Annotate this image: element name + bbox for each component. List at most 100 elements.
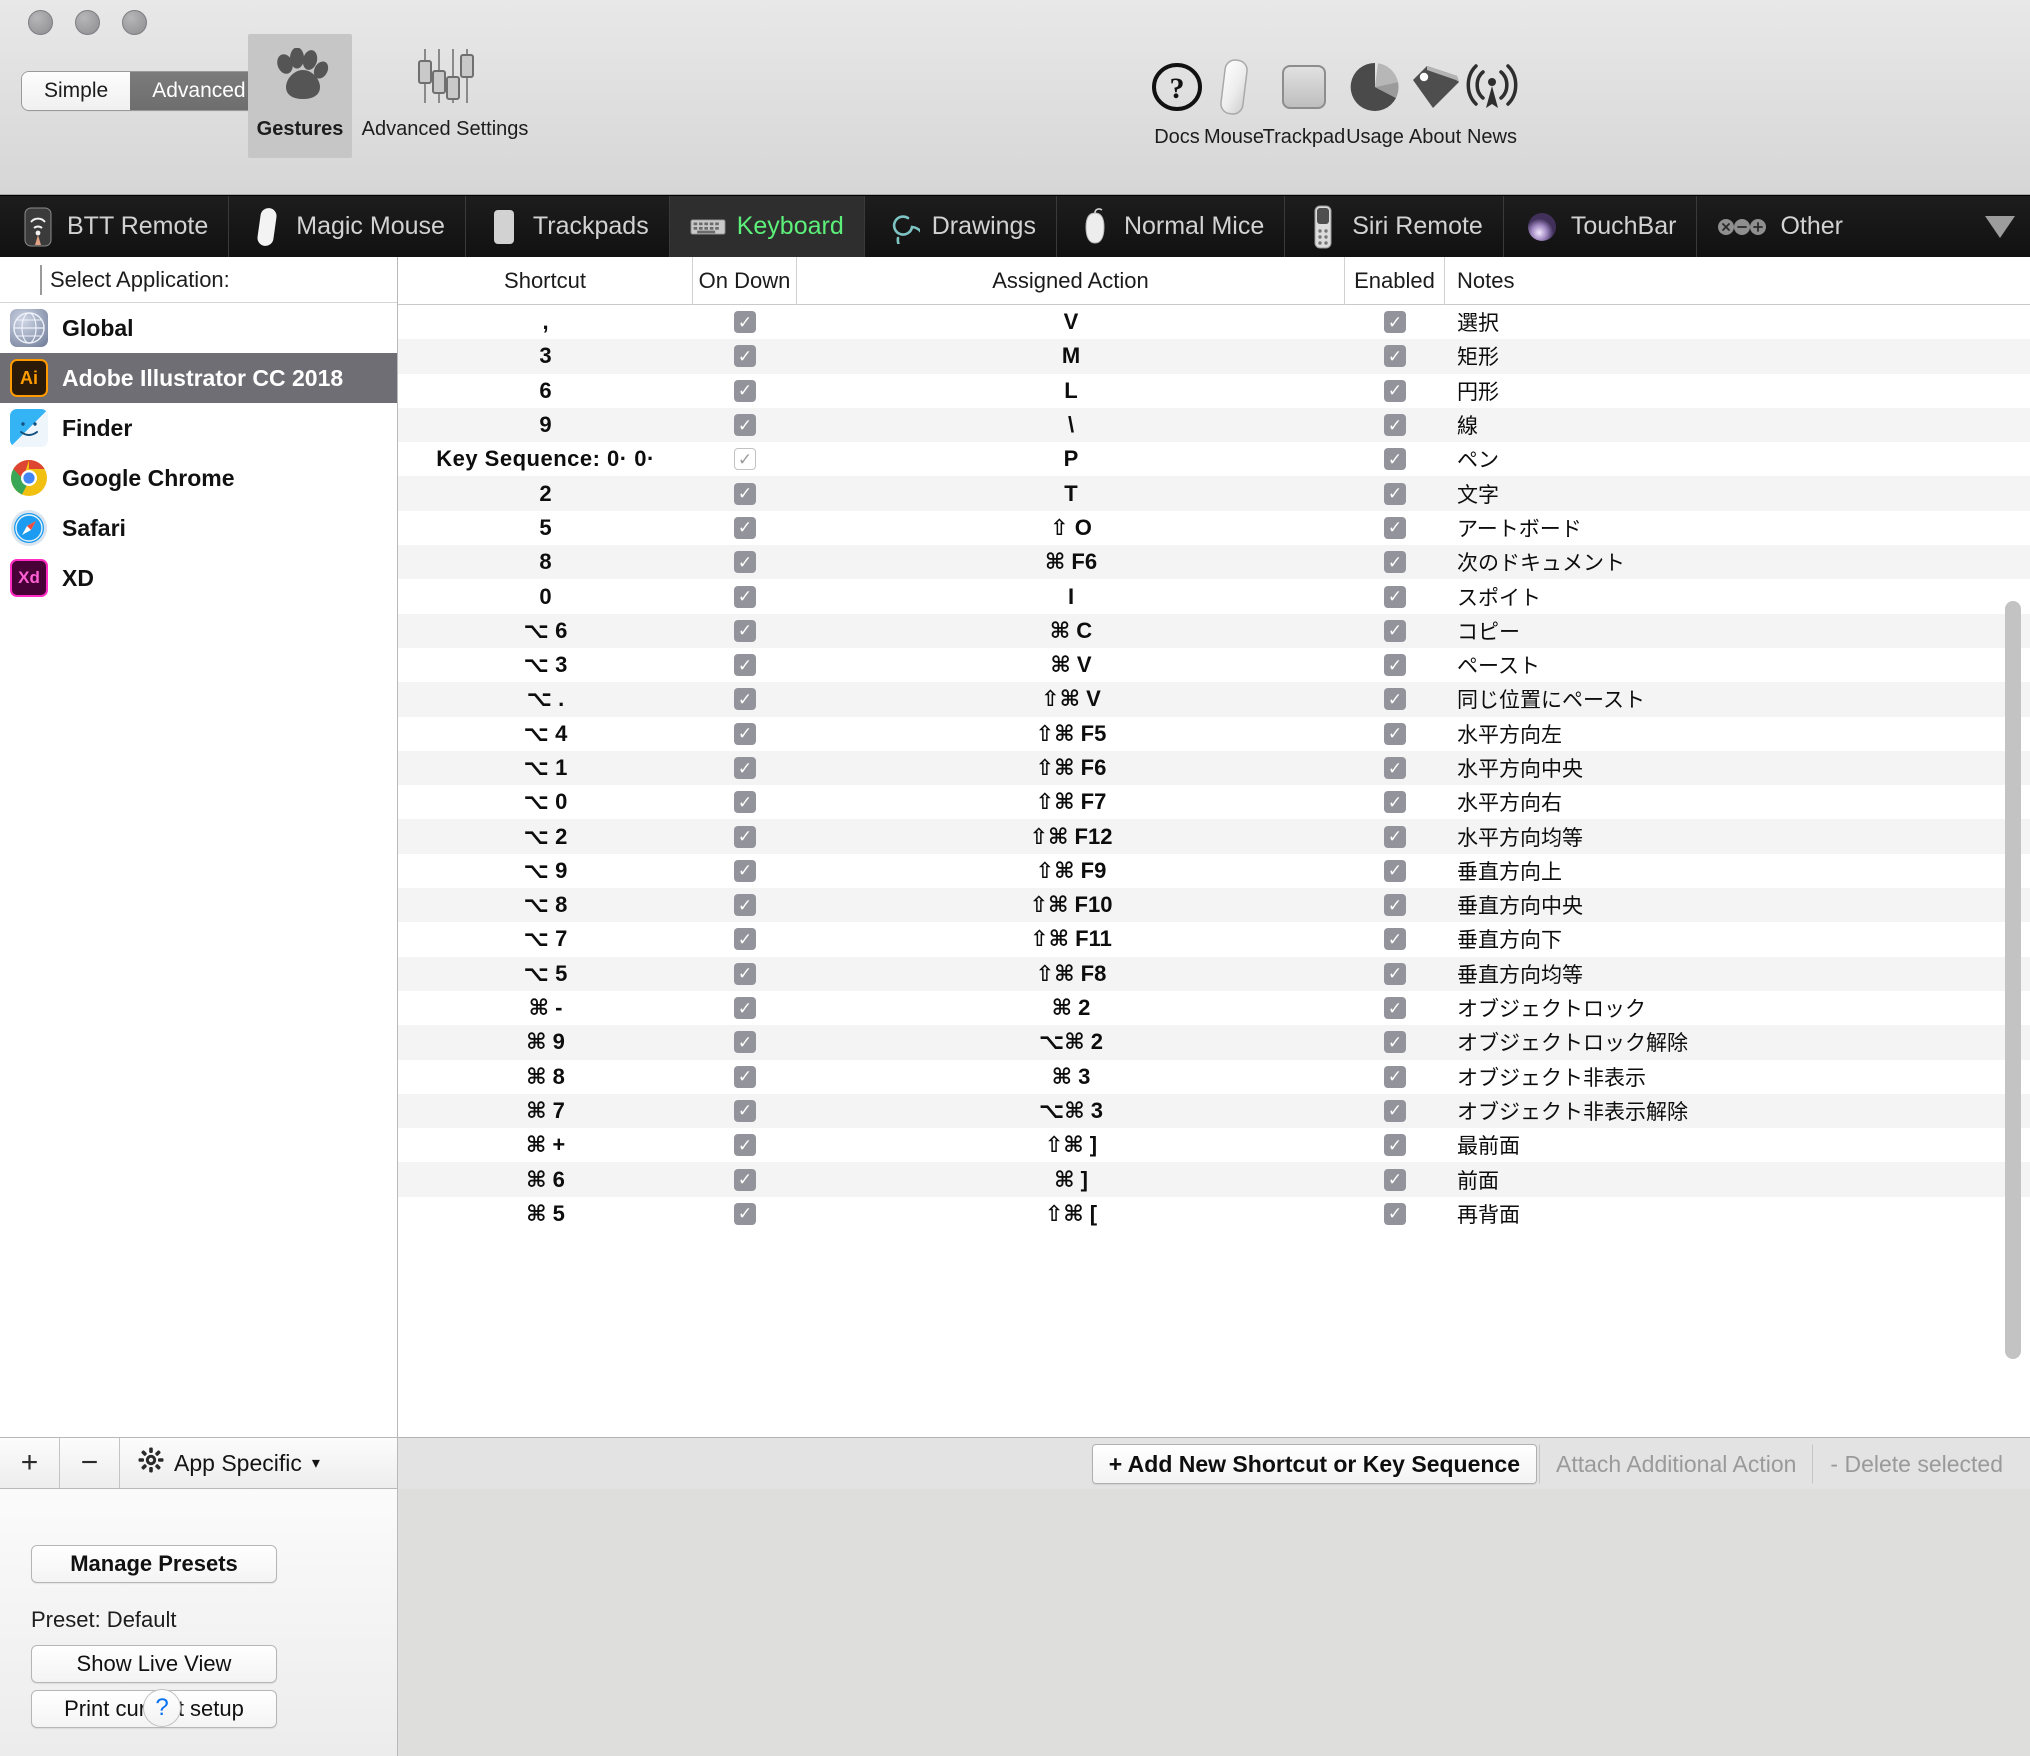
cell-on-down[interactable]: ✓ xyxy=(693,408,797,442)
on-down-checkbox[interactable]: ✓ xyxy=(734,757,756,779)
cell-enabled[interactable]: ✓ xyxy=(1345,819,1445,853)
on-down-checkbox[interactable]: ✓ xyxy=(734,585,756,608)
column-header-shortcut[interactable]: Shortcut xyxy=(398,257,693,305)
sidebar-item-adobe-illustrator[interactable]: Ai Adobe Illustrator CC 2018 xyxy=(0,353,397,403)
enabled-checkbox[interactable]: ✓ xyxy=(1384,1168,1406,1191)
table-row[interactable]: ⌘ 9 ✓ ⌥⌘ 2 ✓ オブジェクトロック解除 xyxy=(398,1025,2030,1060)
cell-enabled[interactable]: ✓ xyxy=(1345,648,1445,682)
on-down-checkbox[interactable]: ✓ xyxy=(734,1031,756,1054)
on-down-checkbox[interactable]: ✓ xyxy=(734,688,756,711)
enabled-checkbox[interactable]: ✓ xyxy=(1384,825,1406,848)
table-row[interactable]: 0 ✓ I ✓ スポイト xyxy=(398,579,2030,613)
enabled-checkbox[interactable]: ✓ xyxy=(1384,379,1406,402)
on-down-checkbox[interactable]: ✓ xyxy=(734,654,756,677)
table-row[interactable]: 6 ✓ L ✓ 円形 xyxy=(398,374,2030,408)
sidebar-bottom-toolbar[interactable]: + − App Specific ▾ xyxy=(0,1437,398,1489)
enabled-checkbox[interactable]: ✓ xyxy=(1384,414,1406,437)
tab-normal-mice[interactable]: Normal Mice xyxy=(1057,196,1286,257)
cell-enabled[interactable]: ✓ xyxy=(1345,614,1445,648)
cell-enabled[interactable]: ✓ xyxy=(1345,854,1445,888)
on-down-checkbox[interactable]: ✓ xyxy=(734,482,756,505)
enabled-checkbox[interactable]: ✓ xyxy=(1384,1065,1406,1088)
table-vertical-scrollbar[interactable] xyxy=(2002,313,2024,1431)
cell-on-down[interactable]: ✓ xyxy=(693,648,797,682)
cell-enabled[interactable]: ✓ xyxy=(1345,785,1445,819)
cell-on-down[interactable]: ✓ xyxy=(693,1060,797,1094)
cell-enabled[interactable]: ✓ xyxy=(1345,442,1445,476)
cell-on-down[interactable]: ✓ xyxy=(693,888,797,922)
shortcuts-table[interactable]: Shortcut On Down Assigned Action Enabled… xyxy=(398,257,2030,1437)
on-down-checkbox[interactable]: ✓ xyxy=(734,516,756,539)
cell-enabled[interactable]: ✓ xyxy=(1345,408,1445,442)
cell-on-down[interactable]: ✓ xyxy=(693,374,797,408)
column-header-on-down[interactable]: On Down xyxy=(693,257,797,305)
cell-on-down[interactable]: ✓ xyxy=(693,717,797,751)
on-down-checkbox[interactable]: ✓ xyxy=(734,448,756,471)
table-row[interactable]: 8 ✓ ⌘ F6 ✓ 次のドキュメント xyxy=(398,545,2030,580)
on-down-checkbox[interactable]: ✓ xyxy=(734,894,756,917)
cell-on-down[interactable]: ✓ xyxy=(693,751,797,785)
on-down-checkbox[interactable]: ✓ xyxy=(734,825,756,848)
on-down-checkbox[interactable]: ✓ xyxy=(734,619,756,642)
add-application-button[interactable]: + xyxy=(0,1438,60,1488)
cell-enabled[interactable]: ✓ xyxy=(1345,1060,1445,1094)
table-row[interactable]: , ✓ V ✓ 選択 xyxy=(398,305,2030,339)
cell-on-down[interactable]: ✓ xyxy=(693,785,797,819)
application-sidebar[interactable]: Select Application: Global Ai Adobe Illu… xyxy=(0,257,398,1437)
delete-selected-button[interactable]: - Delete selected xyxy=(1813,1444,2020,1484)
remove-application-button[interactable]: − xyxy=(60,1438,120,1488)
tab-magic-mouse[interactable]: Magic Mouse xyxy=(229,196,466,257)
cell-enabled[interactable]: ✓ xyxy=(1345,1128,1445,1162)
table-row[interactable]: ⌥ 8 ✓ ⇧⌘ F10 ✓ 垂直方向中央 xyxy=(398,888,2030,923)
cell-on-down[interactable]: ✓ xyxy=(693,511,797,545)
on-down-checkbox[interactable]: ✓ xyxy=(734,1065,756,1088)
on-down-checkbox[interactable]: ✓ xyxy=(734,928,756,951)
on-down-checkbox[interactable]: ✓ xyxy=(734,859,756,882)
cell-enabled[interactable]: ✓ xyxy=(1345,957,1445,991)
tab-btt-remote[interactable]: BTT Remote xyxy=(0,196,230,257)
cell-on-down[interactable]: ✓ xyxy=(693,922,797,956)
cell-on-down[interactable]: ✓ xyxy=(693,476,797,510)
cell-on-down[interactable]: ✓ xyxy=(693,991,797,1025)
table-action-bar[interactable]: + Add New Shortcut or Key Sequence Attac… xyxy=(398,1437,2030,1489)
tab-siri-remote[interactable]: Siri Remote xyxy=(1285,196,1504,257)
cell-on-down[interactable]: ✓ xyxy=(693,1025,797,1059)
table-row[interactable]: ⌥ 4 ✓ ⇧⌘ F5 ✓ 水平方向左 xyxy=(398,717,2030,751)
attach-additional-action-button[interactable]: Attach Additional Action xyxy=(1539,1443,1814,1484)
cell-on-down[interactable]: ✓ xyxy=(693,579,797,613)
cell-on-down[interactable]: ✓ xyxy=(693,442,797,476)
enabled-checkbox[interactable]: ✓ xyxy=(1384,1202,1406,1225)
table-row[interactable]: ⌘ 6 ✓ ⌘ ] ✓ 前面 xyxy=(398,1162,2030,1197)
on-down-checkbox[interactable]: ✓ xyxy=(734,551,756,574)
scrollbar-thumb[interactable] xyxy=(2005,601,2021,1359)
cell-enabled[interactable]: ✓ xyxy=(1345,1197,1445,1231)
on-down-checkbox[interactable]: ✓ xyxy=(734,962,756,985)
cell-enabled[interactable]: ✓ xyxy=(1345,579,1445,613)
tab-drawings[interactable]: Drawings xyxy=(865,196,1057,257)
tab-overflow-chevron-icon[interactable] xyxy=(1970,196,2030,257)
on-down-checkbox[interactable]: ✓ xyxy=(734,1168,756,1191)
add-new-shortcut-button[interactable]: + Add New Shortcut or Key Sequence xyxy=(1091,1443,1538,1484)
cell-on-down[interactable]: ✓ xyxy=(693,1162,797,1196)
tab-touchbar[interactable]: TouchBar xyxy=(1504,196,1698,257)
cell-enabled[interactable]: ✓ xyxy=(1345,339,1445,373)
on-down-checkbox[interactable]: ✓ xyxy=(734,722,756,745)
enabled-checkbox[interactable]: ✓ xyxy=(1384,928,1406,951)
enabled-checkbox[interactable]: ✓ xyxy=(1384,1031,1406,1054)
enabled-checkbox[interactable]: ✓ xyxy=(1384,619,1406,642)
table-row[interactable]: ⌘ - ✓ ⌘ 2 ✓ オブジェクトロック xyxy=(398,991,2030,1025)
table-row[interactable]: ⌘ 5 ✓ ⇧⌘ [✓ 再背面 xyxy=(398,1197,2030,1231)
column-header-notes[interactable]: Notes xyxy=(1445,257,2030,305)
table-row[interactable]: ⌘ 8 ✓ ⌘ 3 ✓ オブジェクト非表示 xyxy=(398,1060,2030,1094)
close-button[interactable] xyxy=(28,10,53,35)
table-row[interactable]: Key Sequence: 0· 0· ✓ P ✓ ペン xyxy=(398,442,2030,476)
table-row[interactable]: 9 ✓ \ ✓ 線 xyxy=(398,407,2030,443)
cell-enabled[interactable]: ✓ xyxy=(1345,922,1445,956)
sidebar-item-google-chrome[interactable]: Google Chrome xyxy=(0,453,397,503)
sidebar-item-safari[interactable]: Safari xyxy=(0,503,397,553)
toolbar-item-advanced-settings[interactable]: Advanced Settings xyxy=(350,34,540,158)
toolbar-item-gestures[interactable]: Gestures xyxy=(248,34,352,158)
sidebar-item-finder[interactable]: Finder xyxy=(0,403,397,453)
table-row[interactable]: 2 ✓ T ✓ 文字 xyxy=(398,476,2030,511)
cell-enabled[interactable]: ✓ xyxy=(1345,991,1445,1025)
